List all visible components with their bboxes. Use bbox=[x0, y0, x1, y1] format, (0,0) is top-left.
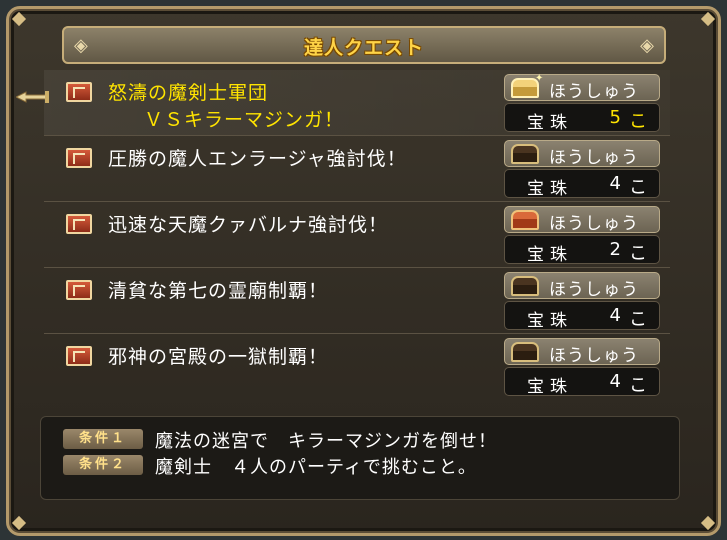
frame-corner-ornament bbox=[11, 11, 27, 27]
frame-corner-ornament bbox=[700, 11, 716, 27]
right-ornament-icon: ◈ bbox=[640, 35, 654, 56]
quest-name: 圧勝の魔人エンラージャ強討伐！ bbox=[108, 148, 407, 170]
sparkle-icon: ✦ bbox=[535, 73, 544, 84]
quest-name: 邪神の宮殿の一獄制覇！ bbox=[108, 346, 329, 368]
reward-detail: 宝珠 4 こ bbox=[504, 367, 660, 397]
reward-detail: 宝珠 4 こ bbox=[504, 301, 660, 331]
reward-unit: こ bbox=[629, 111, 647, 132]
quest-row[interactable]: 清貧な第七の霊廟制覇！ ほうしゅう 宝珠 4 こ bbox=[44, 268, 670, 334]
reward-box: ほうしゅう 宝珠 4 こ bbox=[504, 272, 660, 331]
reward-item: 宝珠 bbox=[527, 311, 573, 331]
quest-name: 清貧な第七の霊廟制覇！ bbox=[108, 280, 329, 302]
condition-text: 魔剣士 ４人のパーティで挑むこと。 bbox=[155, 457, 477, 478]
reward-header: ほうしゅう bbox=[504, 272, 660, 300]
reward-detail: 宝珠 4 こ bbox=[504, 169, 660, 199]
reward-qty: 4 bbox=[609, 173, 621, 194]
reward-box: ほうしゅう 宝珠 4 こ bbox=[504, 338, 660, 397]
frame-corner-ornament bbox=[700, 515, 716, 531]
dark-chest-icon bbox=[511, 144, 539, 164]
reward-label: ほうしゅう bbox=[549, 346, 639, 366]
reward-header: ほうしゅう bbox=[504, 206, 660, 234]
quest-flag-icon bbox=[66, 82, 92, 102]
condition-text: 魔法の迷宮で キラーマジンガを倒せ！ bbox=[155, 431, 497, 452]
reward-label: ほうしゅう bbox=[549, 148, 639, 168]
reward-qty: 2 bbox=[609, 239, 621, 260]
red-chest-icon bbox=[511, 210, 539, 230]
reward-box: ✦ ほうしゅう 宝珠 5 こ bbox=[504, 73, 660, 133]
quest-list: 怒濤の魔剣士軍団 ＶＳキラーマジンガ！ ✦ ほうしゅう 宝珠 5 こ 圧勝の魔人… bbox=[44, 70, 670, 402]
quest-name-line2: ＶＳキラーマジンガ！ bbox=[144, 109, 345, 131]
reward-item: 宝珠 bbox=[527, 113, 573, 133]
quest-name: 迅速な天魔クァバルナ強討伐！ bbox=[108, 214, 389, 236]
reward-unit: こ bbox=[629, 309, 647, 330]
reward-header: ✦ ほうしゅう bbox=[504, 73, 660, 102]
reward-unit: こ bbox=[629, 243, 647, 264]
reward-label: ほうしゅう bbox=[549, 280, 639, 300]
reward-unit: こ bbox=[629, 375, 647, 396]
quest-flag-icon bbox=[66, 346, 92, 366]
frame-corner-ornament bbox=[11, 515, 27, 531]
quest-name: 怒濤の魔剣士軍団 bbox=[108, 82, 269, 104]
reward-item: 宝珠 bbox=[527, 245, 573, 265]
dark-chest-icon bbox=[511, 342, 539, 362]
reward-box: ほうしゅう 宝珠 2 こ bbox=[504, 206, 660, 265]
quest-flag-icon bbox=[66, 214, 92, 234]
quest-row[interactable]: 怒濤の魔剣士軍団 ＶＳキラーマジンガ！ ✦ ほうしゅう 宝珠 5 こ bbox=[44, 70, 670, 136]
quest-flag-icon bbox=[66, 280, 92, 300]
reward-detail: 宝珠 5 こ bbox=[504, 103, 660, 133]
reward-item: 宝珠 bbox=[527, 179, 573, 199]
condition-badge: 条件１ bbox=[63, 429, 143, 449]
reward-qty: 4 bbox=[609, 371, 621, 392]
reward-qty: 4 bbox=[609, 305, 621, 326]
reward-label: ほうしゅう bbox=[549, 82, 639, 102]
reward-detail: 宝珠 2 こ bbox=[504, 235, 660, 265]
reward-qty: 5 bbox=[609, 107, 621, 128]
reward-label: ほうしゅう bbox=[549, 214, 639, 234]
condition-badge: 条件２ bbox=[63, 455, 143, 475]
title-bar: ◈ 達人クエスト ◈ bbox=[62, 26, 666, 64]
quest-row[interactable]: 邪神の宮殿の一獄制覇！ ほうしゅう 宝珠 4 こ bbox=[44, 334, 670, 400]
quest-flag-icon bbox=[66, 148, 92, 168]
reward-item: 宝珠 bbox=[527, 377, 573, 397]
conditions-panel: 条件１ 魔法の迷宮で キラーマジンガを倒せ！ 条件２ 魔剣士 ４人のパーティで挑… bbox=[40, 416, 680, 500]
reward-unit: こ bbox=[629, 177, 647, 198]
reward-box: ほうしゅう 宝珠 4 こ bbox=[504, 140, 660, 199]
quest-row[interactable]: 圧勝の魔人エンラージャ強討伐！ ほうしゅう 宝珠 4 こ bbox=[44, 136, 670, 202]
window-title: 達人クエスト bbox=[303, 37, 424, 59]
dark-chest-icon bbox=[511, 276, 539, 296]
reward-header: ほうしゅう bbox=[504, 338, 660, 366]
reward-header: ほうしゅう bbox=[504, 140, 660, 168]
quest-row[interactable]: 迅速な天魔クァバルナ強討伐！ ほうしゅう 宝珠 2 こ bbox=[44, 202, 670, 268]
